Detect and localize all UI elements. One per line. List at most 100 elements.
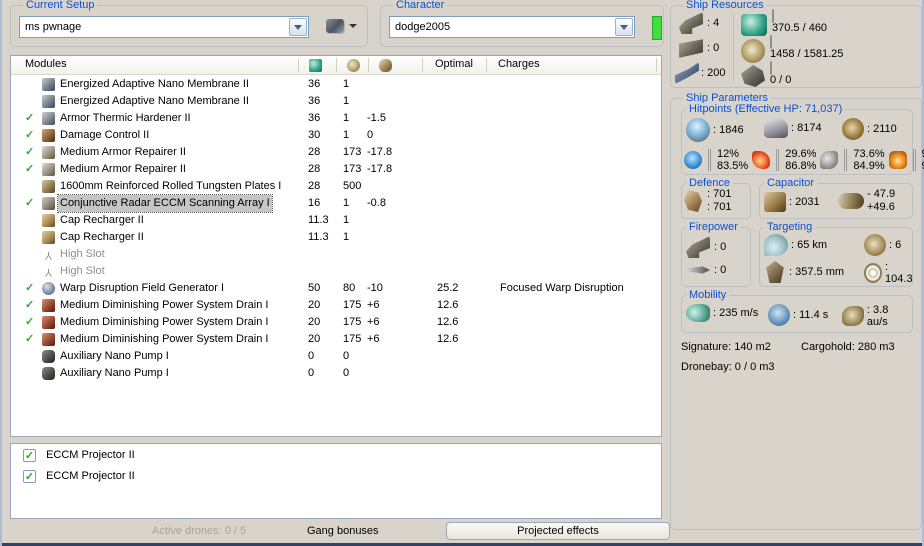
tab-projected-effects[interactable]: Projected effects bbox=[446, 522, 670, 540]
module-name[interactable]: Conjunctive Radar ECCM Scanning Array I bbox=[57, 194, 273, 213]
module-name[interactable]: Auxiliary Nano Pump I bbox=[58, 365, 171, 382]
tab-gang-bonuses[interactable]: Gang bonuses bbox=[307, 525, 379, 537]
column-header-modules[interactable]: Modules bbox=[25, 58, 67, 70]
module-name[interactable]: 1600mm Reinforced Rolled Tungsten Plates… bbox=[58, 178, 283, 195]
module-row[interactable]: ✓ Conjunctive Radar ECCM Scanning Array … bbox=[11, 194, 661, 213]
module-name[interactable]: High Slot bbox=[58, 246, 107, 263]
fitting-tools-icon bbox=[326, 19, 344, 33]
turret-dps-icon bbox=[686, 236, 710, 258]
turret-hardpoints-icon bbox=[679, 12, 703, 34]
module-optimal-value: 25.2 bbox=[437, 282, 459, 294]
cpu-icon bbox=[741, 14, 767, 36]
powergrid-icon bbox=[347, 59, 360, 72]
character-select[interactable]: dodge2005 bbox=[389, 16, 635, 38]
module-row[interactable]: Y High Slot bbox=[11, 246, 661, 263]
calibration-icon bbox=[675, 62, 699, 84]
module-powergrid-value: 0 bbox=[343, 350, 350, 362]
module-charge-name: Focused Warp Disruption bbox=[500, 282, 624, 294]
hitpoints-group: Hitpoints (Effective HP: 71,037) : 1846 … bbox=[681, 103, 924, 175]
module-name[interactable]: Cap Recharger II bbox=[58, 229, 146, 246]
module-icon bbox=[42, 95, 55, 108]
module-row[interactable]: Y High Slot bbox=[11, 263, 661, 280]
module-cpu-value: 36 bbox=[308, 95, 321, 107]
shield-hp-icon bbox=[686, 118, 710, 142]
module-row[interactable]: Auxiliary Nano Pump I 0 0 bbox=[11, 348, 661, 365]
targeting-group: Targeting : 65 km : 6 : 357.5 mm : 104.3 bbox=[759, 221, 913, 287]
cpu-icon bbox=[309, 59, 322, 72]
module-powergrid-value: 1 bbox=[343, 95, 350, 107]
checkbox-checked[interactable]: ✓ bbox=[23, 448, 36, 462]
fitted-check-icon: ✓ bbox=[25, 129, 35, 141]
module-row[interactable]: ✓ Medium Diminishing Power System Drain … bbox=[11, 297, 661, 314]
module-optimal-value: 12.6 bbox=[437, 299, 459, 311]
column-header-charges[interactable]: Charges bbox=[498, 58, 540, 70]
module-row[interactable]: ✓ Medium Diminishing Power System Drain … bbox=[11, 331, 661, 348]
fitted-check-icon: ✓ bbox=[25, 197, 35, 209]
module-powergrid-value: 1 bbox=[343, 129, 350, 141]
module-row[interactable]: ✓ Medium Diminishing Power System Drain … bbox=[11, 314, 661, 331]
modules-table-header[interactable]: Modules Optimal Charges bbox=[11, 56, 661, 75]
projected-effect-row[interactable]: ✓ ECCM Projector II bbox=[23, 448, 661, 465]
module-icon bbox=[42, 180, 55, 193]
character-select-value: dodge2005 bbox=[395, 21, 451, 33]
armor-hp-value: : 8174 bbox=[791, 122, 822, 134]
module-name[interactable]: Damage Control II bbox=[58, 127, 151, 144]
module-row[interactable]: ✓ Armor Thermic Hardener II 36 1 -1.5 bbox=[11, 110, 661, 127]
em-resist-icon bbox=[684, 151, 702, 169]
module-row[interactable]: Cap Recharger II 11.3 1 bbox=[11, 212, 661, 229]
fitted-check-icon: ✓ bbox=[25, 316, 35, 328]
tab-active-drones[interactable]: Active drones: 0 / 5 bbox=[152, 525, 246, 537]
module-name[interactable]: Auxiliary Nano Pump I bbox=[58, 348, 171, 365]
module-name[interactable]: Energized Adaptive Nano Membrane II bbox=[58, 93, 251, 110]
module-name[interactable]: Medium Diminishing Power System Drain I bbox=[58, 297, 270, 314]
align-time-icon bbox=[768, 304, 790, 326]
module-cap-value: 0 bbox=[367, 129, 374, 141]
setup-tools-button[interactable] bbox=[326, 19, 357, 33]
module-powergrid-value: 80 bbox=[343, 282, 356, 294]
module-name[interactable]: High Slot bbox=[58, 263, 107, 280]
module-name[interactable]: Warp Disruption Field Generator I bbox=[58, 280, 226, 297]
module-cap-value: +6 bbox=[367, 333, 380, 345]
setup-select-dropdown-button[interactable] bbox=[289, 18, 307, 36]
thermal-resist-shield: 29.6% bbox=[785, 148, 817, 160]
module-powergrid-value: 0 bbox=[343, 367, 350, 379]
module-row[interactable]: ✓ Warp Disruption Field Generator I 50 8… bbox=[11, 280, 661, 297]
projected-effect-label[interactable]: ECCM Projector II bbox=[46, 470, 135, 482]
module-name[interactable]: Medium Diminishing Power System Drain I bbox=[58, 331, 270, 348]
module-name[interactable]: Medium Armor Repairer II bbox=[58, 161, 188, 178]
module-row[interactable]: Energized Adaptive Nano Membrane II 36 1 bbox=[11, 93, 661, 110]
current-setup-label: Current Setup bbox=[23, 0, 98, 11]
dronebay-text: Dronebay: 0 / 0 m3 bbox=[681, 361, 775, 373]
bottom-tab-bar: Active drones: 0 / 5 Gang bonuses Projec… bbox=[10, 521, 670, 543]
module-cap-value: +6 bbox=[367, 316, 380, 328]
module-row[interactable]: ✓ Medium Armor Repairer II 28 173 -17.8 bbox=[11, 144, 661, 161]
column-header-optimal[interactable]: Optimal bbox=[435, 58, 473, 70]
projected-effect-label[interactable]: ECCM Projector II bbox=[46, 449, 135, 461]
turret-hardpoints-value: : 4 bbox=[707, 17, 720, 29]
module-icon bbox=[42, 78, 55, 91]
module-row[interactable]: ✓ Medium Armor Repairer II 28 173 -17.8 bbox=[11, 161, 661, 178]
module-cpu-value: 28 bbox=[308, 180, 321, 192]
em-resist-shield: 12% bbox=[717, 148, 740, 160]
checkbox-checked[interactable]: ✓ bbox=[23, 469, 36, 483]
module-row[interactable]: Energized Adaptive Nano Membrane II 36 1 bbox=[11, 76, 661, 93]
module-cpu-value: 11.3 bbox=[308, 231, 329, 243]
character-select-dropdown-button[interactable] bbox=[615, 18, 633, 36]
powergrid-icon bbox=[741, 39, 765, 63]
projected-effect-row[interactable]: ✓ ECCM Projector II bbox=[23, 469, 661, 486]
module-name[interactable]: Cap Recharger II bbox=[58, 212, 146, 229]
module-row[interactable]: 1600mm Reinforced Rolled Tungsten Plates… bbox=[11, 178, 661, 195]
drone-usage-bar bbox=[770, 61, 772, 75]
module-row[interactable]: Auxiliary Nano Pump I 0 0 bbox=[11, 365, 661, 382]
targeting-label: Targeting bbox=[764, 221, 816, 233]
module-row[interactable]: ✓ Damage Control II 30 1 0 bbox=[11, 127, 661, 144]
module-cpu-value: 30 bbox=[308, 129, 321, 141]
chevron-down-icon bbox=[294, 24, 302, 30]
module-name[interactable]: Energized Adaptive Nano Membrane II bbox=[58, 76, 251, 93]
module-name[interactable]: Medium Armor Repairer II bbox=[58, 144, 188, 161]
setup-select[interactable]: ms pwnage bbox=[19, 16, 309, 38]
module-name[interactable]: Armor Thermic Hardener II bbox=[58, 110, 193, 127]
module-icon bbox=[42, 282, 55, 295]
module-name[interactable]: Medium Diminishing Power System Drain I bbox=[58, 314, 270, 331]
module-row[interactable]: Cap Recharger II 11.3 1 bbox=[11, 229, 661, 246]
